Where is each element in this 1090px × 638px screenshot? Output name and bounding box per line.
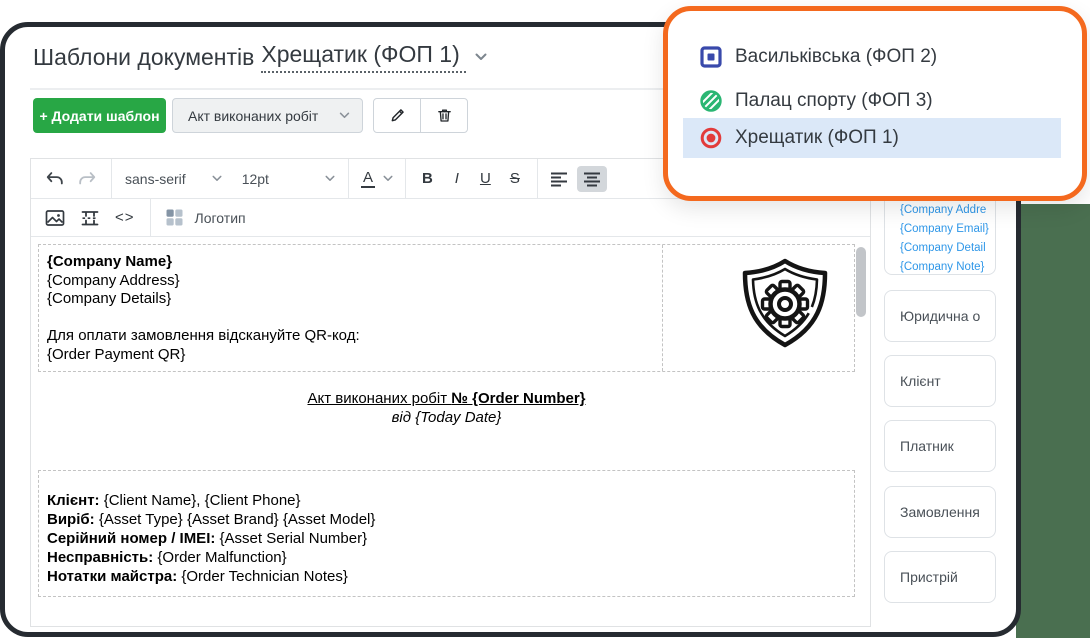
location-option-label: Палац спорту (ФОП 3) bbox=[735, 90, 933, 112]
field-line: Несправність: {Order Malfunction} bbox=[47, 548, 846, 567]
sidebar-section-device[interactable]: Пристрій bbox=[884, 551, 996, 603]
location-selector[interactable]: Хрещатик (ФОП 1) bbox=[261, 41, 486, 73]
chevron-down-icon bbox=[212, 175, 222, 182]
blue-square-icon bbox=[700, 46, 722, 68]
page-title-text: Шаблони документів bbox=[33, 44, 254, 71]
page-break-button[interactable] bbox=[80, 209, 100, 227]
qr-variable: {Order Payment QR} bbox=[47, 346, 654, 365]
variable-link[interactable]: {Company Detail bbox=[900, 239, 995, 258]
undo-button[interactable] bbox=[45, 170, 65, 187]
logo-button-label: Логотип bbox=[195, 210, 246, 226]
strikethrough-button[interactable]: S bbox=[510, 170, 520, 187]
sidebar-section-legal-entity[interactable]: Юридична о bbox=[884, 290, 996, 342]
field-line: Клієнт: {Client Name}, {Client Phone} bbox=[47, 491, 846, 510]
company-address-variable: {Company Address} bbox=[47, 272, 654, 291]
order-details-block[interactable]: Клієнт: {Client Name}, {Client Phone} Ви… bbox=[38, 470, 855, 597]
sidebar-section-client[interactable]: Клієнт bbox=[884, 355, 996, 407]
divider bbox=[537, 159, 538, 198]
italic-button[interactable]: I bbox=[455, 170, 459, 187]
qr-caption: Для оплати замовлення відскануйте QR-код… bbox=[47, 327, 654, 346]
act-date-line: від {Today Date} bbox=[38, 408, 855, 427]
editor-toolbar-row2: <> Логотип bbox=[31, 199, 870, 237]
text-color-button[interactable]: A bbox=[361, 170, 393, 188]
logo-insert-button[interactable]: Логотип bbox=[166, 209, 246, 226]
align-left-icon bbox=[550, 171, 568, 187]
location-option-khreshchatyk-selected[interactable]: Хрещатик (ФОП 1) bbox=[683, 118, 1061, 158]
chevron-down-icon bbox=[383, 175, 393, 182]
font-family-value: sans-serif bbox=[125, 171, 186, 187]
divider bbox=[111, 159, 112, 198]
redo-button[interactable] bbox=[77, 170, 97, 187]
logo-cell bbox=[663, 245, 854, 371]
underline-button[interactable]: U bbox=[480, 170, 491, 187]
red-target-icon bbox=[700, 127, 722, 149]
divider bbox=[150, 199, 151, 236]
field-line: Виріб: {Asset Type} {Asset Brand} {Asset… bbox=[47, 510, 846, 529]
company-name-variable: {Company Name} bbox=[47, 253, 654, 272]
grid-icon bbox=[166, 209, 183, 226]
green-striped-circle-icon bbox=[700, 90, 722, 112]
chevron-down-icon bbox=[475, 53, 487, 61]
divider bbox=[348, 159, 349, 198]
pencil-icon bbox=[389, 107, 406, 124]
chevron-down-icon bbox=[339, 112, 350, 119]
align-center-icon bbox=[583, 171, 601, 187]
sidebar-section-order[interactable]: Замовлення bbox=[884, 486, 996, 538]
align-center-button[interactable] bbox=[577, 166, 607, 192]
page-break-icon bbox=[80, 209, 100, 227]
text-color-label: A bbox=[361, 170, 375, 188]
font-family-dropdown[interactable]: sans-serif bbox=[125, 171, 222, 187]
variable-link[interactable]: {Company Addre bbox=[900, 201, 995, 220]
page-title: Шаблони документів Хрещатик (ФОП 1) bbox=[33, 41, 487, 73]
font-size-dropdown[interactable]: 12pt bbox=[242, 171, 335, 187]
font-size-value: 12pt bbox=[242, 171, 269, 187]
chevron-down-icon bbox=[325, 175, 335, 182]
location-option-label: Хрещатик (ФОП 1) bbox=[735, 127, 899, 149]
trash-icon bbox=[436, 107, 453, 124]
image-icon bbox=[45, 209, 65, 227]
screen: Шаблони документів Хрещатик (ФОП 1) + До… bbox=[0, 0, 1090, 638]
code-view-button[interactable]: <> bbox=[115, 209, 135, 226]
company-info-cell: {Company Name} {Company Address} {Compan… bbox=[39, 245, 663, 371]
blank-line bbox=[47, 309, 654, 328]
location-option-palats-sportu[interactable]: Палац спорту (ФОП 3) bbox=[683, 81, 1061, 121]
company-details-variable: {Company Details} bbox=[47, 290, 654, 309]
divider bbox=[405, 159, 406, 198]
template-select[interactable]: Акт виконаних робіт bbox=[172, 98, 363, 133]
align-left-button[interactable] bbox=[550, 171, 568, 187]
field-line: Серійний номер / IMEI: {Asset Serial Num… bbox=[47, 529, 846, 548]
location-option-vasylkivska[interactable]: Васильківська (ФОП 2) bbox=[683, 37, 1061, 77]
edit-template-button[interactable] bbox=[374, 99, 420, 132]
page-backdrop bbox=[1016, 204, 1090, 638]
shield-gear-logo bbox=[737, 255, 833, 351]
sidebar-section-payer[interactable]: Платник bbox=[884, 420, 996, 472]
template-actions-group bbox=[373, 98, 468, 133]
bold-button[interactable]: B bbox=[422, 170, 433, 187]
template-select-value: Акт виконаних робіт bbox=[188, 108, 339, 124]
location-current[interactable]: Хрещатик (ФОП 1) bbox=[261, 41, 465, 73]
variable-link[interactable]: {Company Email} bbox=[900, 220, 995, 239]
act-title-line: Акт виконаних робіт № {Order Number} bbox=[38, 389, 855, 408]
document-header-table[interactable]: {Company Name} {Company Address} {Compan… bbox=[38, 244, 855, 372]
insert-image-button[interactable] bbox=[45, 209, 65, 227]
undo-icon bbox=[45, 170, 65, 187]
add-template-button[interactable]: + Додати шаблон bbox=[33, 98, 166, 133]
act-heading[interactable]: Акт виконаних робіт № {Order Number} від… bbox=[38, 389, 855, 427]
editor-scrollbar[interactable] bbox=[856, 247, 866, 317]
field-line: Нотатки майстра: {Order Technician Notes… bbox=[47, 567, 846, 586]
variable-link[interactable]: {Company Note} bbox=[900, 258, 995, 275]
location-option-label: Васильківська (ФОП 2) bbox=[735, 46, 937, 68]
redo-icon bbox=[77, 170, 97, 187]
delete-template-button[interactable] bbox=[420, 99, 467, 132]
